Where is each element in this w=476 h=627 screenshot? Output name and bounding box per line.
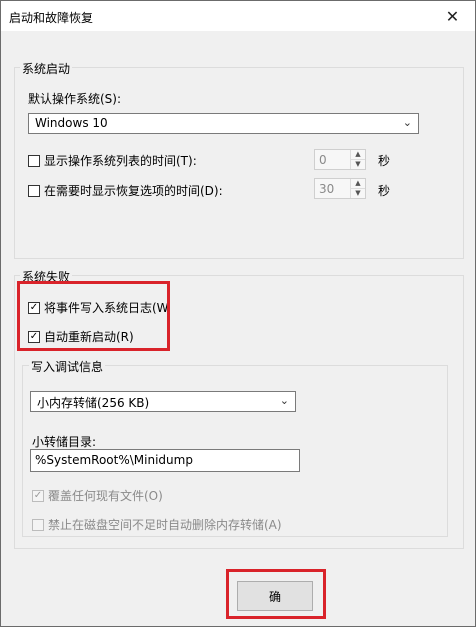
overwrite-label: 覆盖任何现有文件(O) <box>48 489 163 503</box>
show-recovery-spinner[interactable]: 30 ▲ ▼ <box>314 178 366 199</box>
highlight-box-failure-options <box>17 281 170 351</box>
show-os-list-label: 显示操作系统列表的时间(T): <box>44 154 197 168</box>
show-os-list-checkbox[interactable] <box>28 154 40 167</box>
seconds-unit-1: 秒 <box>378 154 391 168</box>
dump-dir-input[interactable]: %SystemRoot%\Minidump <box>30 449 300 472</box>
dump-type-select[interactable]: 小内存转储(256 KB) ⌄ <box>30 391 296 412</box>
spinner-buttons: ▲ ▼ <box>350 150 365 169</box>
show-os-list-row: 显示操作系统列表的时间(T): <box>28 152 197 169</box>
disable-autodelete-checkbox[interactable] <box>32 518 44 531</box>
spin-up-icon[interactable]: ▲ <box>351 179 365 189</box>
disable-autodelete-label: 禁止在磁盘空间不足时自动删除内存转储(A) <box>48 518 282 532</box>
overwrite-row: ✓ 覆盖任何现有文件(O) <box>32 487 163 504</box>
spin-down-icon[interactable]: ▼ <box>351 160 365 169</box>
system-startup-group-label: 系统启动 <box>20 60 73 77</box>
dump-dir-value: %SystemRoot%\Minidump <box>35 453 193 467</box>
default-os-label: 默认操作系统(S): <box>28 92 122 106</box>
show-os-list-spinner[interactable]: 0 ▲ ▼ <box>314 149 366 170</box>
window-title: 启动和故障恢复 <box>9 11 94 25</box>
spin-up-icon[interactable]: ▲ <box>351 150 365 160</box>
startup-recovery-dialog: 启动和故障恢复 ✕ 系统启动 默认操作系统(S): Windows 10 ⌄ 显… <box>0 0 476 627</box>
close-icon: ✕ <box>445 6 460 26</box>
debug-info-group-label: 写入调试信息 <box>29 358 106 375</box>
default-os-select[interactable]: Windows 10 ⌄ <box>28 113 419 134</box>
show-recovery-value: 30 <box>319 182 335 196</box>
highlight-box-ok <box>226 569 326 619</box>
default-os-value: Windows 10 <box>35 116 108 130</box>
chevron-down-icon: ⌄ <box>279 394 289 407</box>
dump-dir-label: 小转储目录: <box>32 435 97 449</box>
show-recovery-label: 在需要时显示恢复选项的时间(D): <box>44 184 223 198</box>
title-bar: 启动和故障恢复 ✕ <box>1 1 475 31</box>
seconds-unit-2: 秒 <box>378 184 391 198</box>
show-recovery-checkbox[interactable] <box>28 184 40 197</box>
show-os-list-value: 0 <box>319 153 327 167</box>
close-button[interactable]: ✕ <box>430 1 475 31</box>
dump-type-value: 小内存转储(256 KB) <box>37 396 150 410</box>
checkmark-icon: ✓ <box>33 489 43 501</box>
spinner-buttons: ▲ ▼ <box>350 179 365 198</box>
show-recovery-row: 在需要时显示恢复选项的时间(D): <box>28 182 223 199</box>
spin-down-icon[interactable]: ▼ <box>351 189 365 198</box>
disable-autodelete-row: 禁止在磁盘空间不足时自动删除内存转储(A) <box>32 516 282 533</box>
overwrite-checkbox[interactable]: ✓ <box>32 489 44 502</box>
chevron-down-icon: ⌄ <box>402 116 412 129</box>
